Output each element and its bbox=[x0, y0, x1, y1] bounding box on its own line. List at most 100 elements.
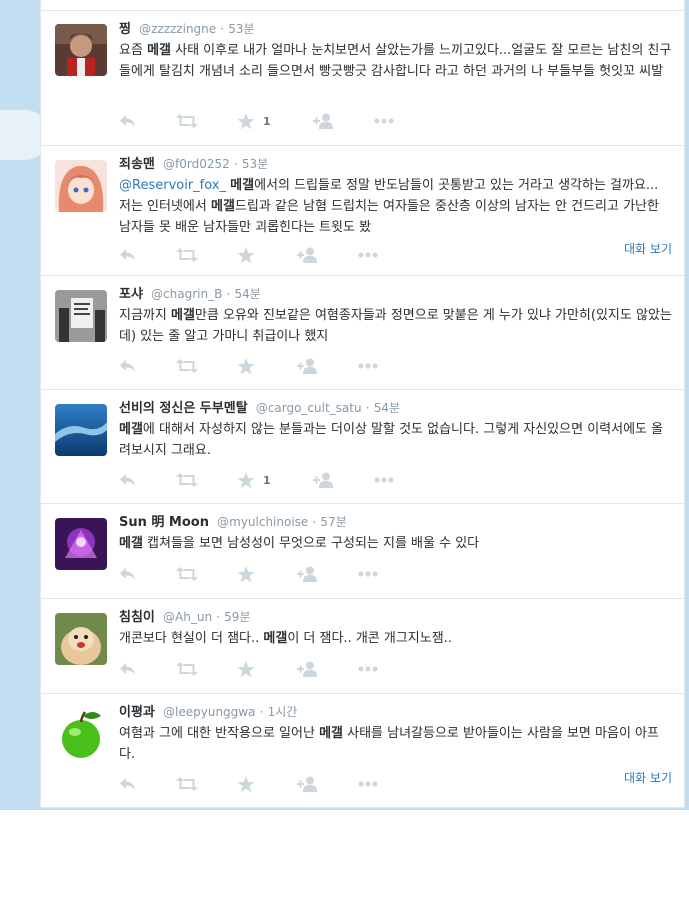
follow-button[interactable] bbox=[297, 245, 319, 265]
reply-button[interactable] bbox=[119, 470, 137, 490]
follow-button[interactable] bbox=[297, 774, 319, 794]
retweet-button[interactable] bbox=[176, 774, 198, 794]
favorite-button[interactable] bbox=[237, 356, 263, 376]
retweet-icon bbox=[176, 359, 198, 373]
tweet-text: 개콘보다 현실이 더 잼다.. 메갤이 더 잼다.. 개콘 개그지노잼.. bbox=[119, 628, 672, 649]
star-icon bbox=[237, 112, 255, 129]
follow-icon bbox=[297, 566, 317, 582]
tweet[interactable]: Sun 明 Moon @myulchinoise · 57분 메갤 캡쳐들을 보… bbox=[41, 504, 684, 599]
reply-button[interactable] bbox=[119, 564, 137, 584]
favorite-button[interactable] bbox=[237, 245, 263, 265]
avatar[interactable] bbox=[55, 404, 107, 456]
retweet-button[interactable] bbox=[176, 245, 198, 265]
tweet[interactable]: 찡 @zzzzzingne · 53분 요즘 메갤 사태 이후로 내가 얼마나 … bbox=[41, 11, 684, 146]
more-icon bbox=[374, 477, 394, 483]
timestamp[interactable]: 1시간 bbox=[268, 705, 298, 719]
reply-icon bbox=[120, 663, 135, 675]
keyword-highlight: 메갤 bbox=[211, 199, 235, 214]
more-button[interactable] bbox=[374, 111, 394, 131]
avatar[interactable] bbox=[55, 160, 107, 212]
timestamp[interactable]: 54분 bbox=[374, 401, 400, 415]
username[interactable]: @f0rd0252 bbox=[163, 157, 230, 171]
tweet[interactable]: 선비의 정신은 두부멘탈 @cargo_cult_satu · 54분 메갤에 … bbox=[41, 390, 684, 504]
username[interactable]: @cargo_cult_satu bbox=[256, 401, 362, 415]
more-button[interactable] bbox=[358, 659, 378, 679]
separator-dot: · bbox=[312, 515, 317, 529]
tweet-text: 요즘 메갤 사태 이후로 내가 얼마나 눈치보면서 살았는가를 느끼고있다...… bbox=[119, 40, 672, 82]
star-icon bbox=[237, 246, 255, 263]
tweet-text: 지금까지 메갤만큼 오유와 진보같은 여혐종자들과 정면으로 맞붙은 게 누가 … bbox=[119, 305, 672, 347]
retweet-icon bbox=[176, 114, 198, 128]
display-name[interactable]: 이평과 bbox=[119, 705, 155, 720]
retweet-icon bbox=[176, 662, 198, 676]
retweet-button[interactable] bbox=[176, 659, 198, 679]
username[interactable]: @chagrin_B bbox=[151, 287, 222, 301]
display-name[interactable]: 선비의 정신은 두부멘탈 bbox=[119, 401, 248, 416]
timestamp[interactable]: 57분 bbox=[320, 515, 346, 529]
display-name[interactable]: Sun 明 Moon bbox=[119, 515, 209, 530]
retweet-icon bbox=[176, 473, 198, 487]
follow-button[interactable] bbox=[313, 111, 335, 131]
reply-button[interactable] bbox=[119, 245, 137, 265]
display-name[interactable]: 죄송맨 bbox=[119, 157, 155, 172]
username[interactable]: @myulchinoise bbox=[217, 515, 308, 529]
retweet-button[interactable] bbox=[176, 470, 198, 490]
timestamp[interactable]: 59분 bbox=[224, 610, 250, 624]
timestamp[interactable]: 53분 bbox=[242, 157, 268, 171]
tweet-text: 메갤 캡쳐들을 보면 남성성이 무엇으로 구성되는 지를 배울 수 있다 bbox=[119, 533, 672, 554]
follow-icon bbox=[297, 358, 317, 374]
favorite-button[interactable] bbox=[237, 564, 263, 584]
timestamp[interactable]: 53분 bbox=[228, 22, 254, 36]
reply-icon bbox=[120, 778, 135, 790]
reply-button[interactable] bbox=[119, 356, 137, 376]
favorite-button[interactable]: 1 bbox=[237, 470, 271, 490]
avatar[interactable] bbox=[55, 613, 107, 665]
view-conversation-link[interactable]: 대화 보기 bbox=[624, 769, 672, 786]
display-name[interactable]: 찡 bbox=[119, 22, 131, 37]
separator-dot: · bbox=[216, 610, 221, 624]
reply-button[interactable] bbox=[119, 111, 137, 131]
favorite-count: 1 bbox=[263, 473, 271, 487]
follow-button[interactable] bbox=[313, 470, 335, 490]
more-button[interactable] bbox=[358, 356, 378, 376]
tweet[interactable]: 죄송맨 @f0rd0252 · 53분 @Reservoir_fox_ 메갤에서… bbox=[41, 146, 684, 276]
tweet[interactable]: 포샤 @chagrin_B · 54분 지금까지 메갤만큼 오유와 진보같은 여… bbox=[41, 276, 684, 390]
reply-icon bbox=[120, 568, 135, 580]
keyword-highlight: 메갤 bbox=[119, 536, 143, 551]
more-button[interactable] bbox=[374, 470, 394, 490]
avatar[interactable] bbox=[55, 708, 107, 760]
display-name[interactable]: 침침이 bbox=[119, 610, 155, 625]
display-name[interactable]: 포샤 bbox=[119, 287, 143, 302]
follow-button[interactable] bbox=[297, 356, 319, 376]
favorite-button[interactable] bbox=[237, 774, 263, 794]
retweet-button[interactable] bbox=[176, 356, 198, 376]
star-icon bbox=[237, 565, 255, 582]
more-button[interactable] bbox=[358, 564, 378, 584]
retweet-button[interactable] bbox=[176, 564, 198, 584]
username[interactable]: @Ah_un bbox=[163, 610, 212, 624]
follow-button[interactable] bbox=[297, 659, 319, 679]
follow-icon bbox=[297, 247, 317, 263]
more-button[interactable] bbox=[358, 245, 378, 265]
text-segment: 지금까지 bbox=[119, 308, 171, 323]
follow-button[interactable] bbox=[297, 564, 319, 584]
more-button[interactable] bbox=[358, 774, 378, 794]
avatar[interactable] bbox=[55, 24, 107, 76]
avatar[interactable] bbox=[55, 290, 107, 342]
reply-icon bbox=[120, 249, 135, 261]
reply-button[interactable] bbox=[119, 659, 137, 679]
retweet-button[interactable] bbox=[176, 111, 198, 131]
username[interactable]: @zzzzzingne bbox=[139, 22, 216, 36]
favorite-count: 1 bbox=[263, 114, 271, 128]
username[interactable]: @leepyunggwa bbox=[163, 705, 255, 719]
reply-icon bbox=[120, 115, 135, 127]
tweet[interactable]: 이평과 @leepyunggwa · 1시간 여혐과 그에 대한 반작용으로 일… bbox=[41, 694, 684, 808]
favorite-button[interactable]: 1 bbox=[237, 111, 271, 131]
favorite-button[interactable] bbox=[237, 659, 263, 679]
timestamp[interactable]: 54분 bbox=[234, 287, 260, 301]
tweet[interactable]: 침침이 @Ah_un · 59분 개콘보다 현실이 더 잼다.. 메갤이 더 잼… bbox=[41, 599, 684, 694]
view-conversation-link[interactable]: 대화 보기 bbox=[624, 240, 672, 257]
reply-button[interactable] bbox=[119, 774, 137, 794]
avatar[interactable] bbox=[55, 518, 107, 570]
mention-link[interactable]: @Reservoir_fox_ bbox=[119, 178, 226, 193]
